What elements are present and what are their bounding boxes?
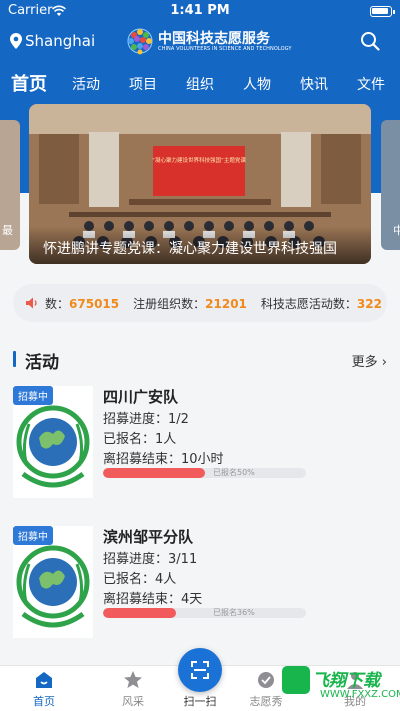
- nav-tab-organizations[interactable]: 组织: [186, 74, 214, 94]
- location-selector[interactable]: Shanghai: [10, 32, 95, 50]
- activity-count-label: 科技志愿活动数：: [260, 297, 357, 311]
- tab-showcase[interactable]: 风采: [103, 670, 163, 709]
- tab-volunteer-show-label: 志愿秀: [249, 695, 283, 708]
- prev-slide-caption: 最: [2, 224, 13, 237]
- logo-subtitle: CHINA VOLUNTEERS IN SCIENCE AND TECHNOLO…: [158, 46, 292, 52]
- signup-progress-fill: [103, 608, 177, 618]
- banner-prev-slide[interactable]: 最: [0, 120, 20, 250]
- nav-tab-activities[interactable]: 活动: [72, 74, 100, 94]
- more-link[interactable]: 更多 ›: [352, 351, 387, 370]
- signed-up-line: 已报名：4人: [103, 568, 176, 587]
- org-count-label: 注册组织数：: [133, 297, 206, 311]
- time-left-line: 离招募结束：4天: [103, 588, 202, 607]
- org-count: 21201: [205, 297, 247, 311]
- watermark-logo-icon: [282, 666, 310, 694]
- watermark-url: WWW.FXXZ.COM: [320, 689, 400, 700]
- signup-progress-text: 已报名50%: [213, 468, 255, 477]
- time-left-line: 离招募结束：10小时: [103, 448, 224, 467]
- signed-up-label: 已报名：: [103, 572, 156, 587]
- section-title: 活动: [25, 353, 59, 373]
- signed-up-value: 1人: [155, 432, 177, 447]
- nav-tab-files[interactable]: 文件: [357, 74, 385, 94]
- recruit-progress-line: 招募进度：1/2: [103, 408, 189, 427]
- volunteer-count: 675015: [69, 297, 120, 311]
- recruit-progress-value: 3/11: [168, 552, 198, 567]
- recruiting-badge: 招募中: [13, 526, 53, 545]
- status-time: 1:41 PM: [170, 3, 230, 18]
- star-icon: [124, 671, 142, 688]
- banner-slide[interactable]: “凝心聚力建设世界科技强国”主题党课 怀进鹏讲专题党课：凝心聚力建设世界科技强国: [29, 104, 371, 264]
- time-left-value: 10小时: [181, 452, 224, 467]
- recruit-progress-label: 招募进度：: [103, 412, 169, 427]
- activity-count: 322: [356, 297, 382, 311]
- banner-next-slide[interactable]: 中: [381, 120, 400, 250]
- status-bar: Carrier 1:41 PM: [0, 0, 400, 22]
- nav-tab-projects[interactable]: 项目: [129, 74, 157, 94]
- banner-slide-title: “凝心聚力建设世界科技强国”主题党课: [152, 156, 246, 164]
- globe-logo-icon: [127, 28, 153, 55]
- signup-progress-text: 已报名36%: [213, 608, 255, 617]
- recruit-progress-line: 招募进度：3/11: [103, 548, 197, 567]
- search-icon[interactable]: [360, 31, 380, 51]
- team-name: 四川广安队: [103, 388, 179, 406]
- scan-label: 扫一扫: [183, 695, 217, 708]
- ticker-track: 数：675015 注册组织数：21201 科技志愿活动数：322: [45, 295, 387, 312]
- signed-up-line: 已报名：1人: [103, 428, 176, 447]
- scan-icon: [191, 661, 209, 679]
- app-header: Carrier 1:41 PM Shanghai 中国科技志愿服务 CHINA …: [0, 0, 400, 100]
- activity-card[interactable]: 招募中 四川广安队 招募进度：1/2 已报名：1人 离招募结束：10小时 已报名…: [13, 386, 387, 510]
- chevron-right-icon: ›: [381, 355, 387, 370]
- recruit-progress-value: 1/2: [168, 412, 189, 427]
- time-left-value: 4天: [181, 592, 203, 607]
- signup-progress-bar: 已报名36%: [103, 608, 306, 618]
- watermark-text: 飞翔下载: [312, 671, 380, 691]
- site-watermark: 飞翔下载 WWW.FXXZ.COM: [282, 664, 400, 708]
- speaker-icon: [26, 297, 37, 309]
- team-name: 滨州邹平分队: [103, 528, 194, 546]
- tab-home-label: 首页: [33, 695, 55, 708]
- signup-progress-bar: 已报名50%: [103, 468, 306, 478]
- activity-card[interactable]: 招募中 滨州邹平分队 招募进度：3/11 已报名：4人 离招募结束：4天 已报名…: [13, 526, 387, 650]
- tab-showcase-label: 风采: [122, 695, 144, 708]
- more-label: 更多: [351, 355, 378, 370]
- tab-home[interactable]: 首页: [14, 670, 74, 709]
- signup-progress-fill: [103, 468, 205, 478]
- top-nav: 首页 活动 项目 组织 人物 快讯 文件: [0, 68, 400, 98]
- signed-up-label: 已报名：: [103, 432, 156, 447]
- nav-tab-news[interactable]: 快讯: [300, 74, 328, 94]
- next-slide-caption: 中: [393, 224, 400, 237]
- home-icon: [36, 672, 52, 688]
- time-left-label: 离招募结束：: [103, 452, 182, 467]
- logo-title: 中国科技志愿服务: [158, 31, 270, 47]
- volunteer-count-label: 数：: [45, 297, 70, 311]
- section-accent-bar: [13, 351, 16, 367]
- time-left-label: 离招募结束：: [103, 592, 182, 607]
- stats-ticker: 数：675015 注册组织数：21201 科技志愿活动数：322: [13, 284, 387, 322]
- banner-caption: 怀进鹏讲专题党课：凝心聚力建设世界科技强国: [29, 226, 371, 264]
- signed-up-value: 4人: [155, 572, 177, 587]
- volunteer-show-icon: [258, 672, 274, 688]
- location-pin-icon: [10, 33, 22, 49]
- nav-tab-people[interactable]: 人物: [243, 74, 271, 94]
- recruit-progress-label: 招募进度：: [103, 552, 169, 567]
- app-logo: 中国科技志愿服务 CHINA VOLUNTEERS IN SCIENCE AND…: [124, 24, 291, 58]
- battery-icon: [370, 6, 395, 17]
- activities-section-header: 活动 更多 ›: [13, 346, 387, 373]
- location-label: Shanghai: [25, 32, 96, 50]
- scan-button[interactable]: [178, 648, 222, 692]
- recruiting-badge: 招募中: [13, 386, 53, 405]
- nav-tab-home[interactable]: 首页: [11, 70, 47, 96]
